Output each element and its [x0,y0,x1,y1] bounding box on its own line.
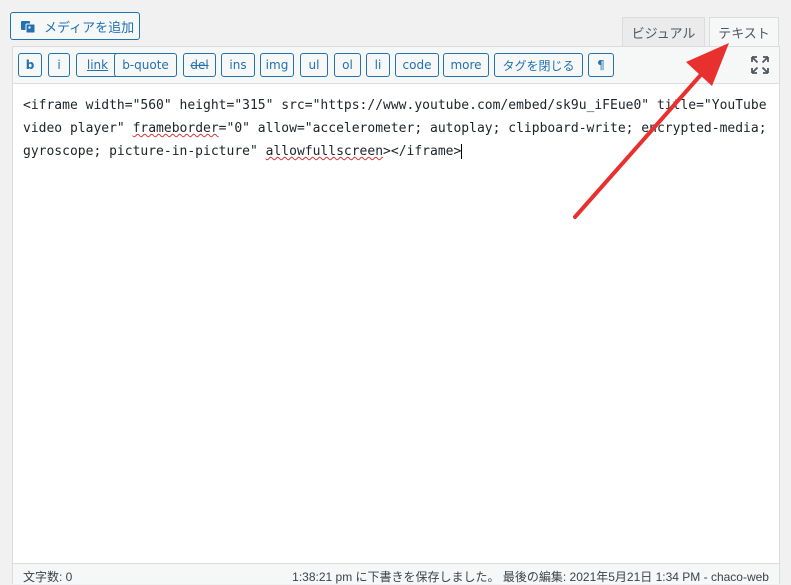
paragraph-button[interactable]: ¶ [588,53,614,77]
word-count: 文字数: 0 [23,570,73,584]
tab-text[interactable]: テキスト [709,17,779,47]
fullscreen-icon[interactable] [751,56,769,74]
italic-button[interactable]: i [48,53,70,77]
ol-button[interactable]: ol [334,53,361,77]
media-icon [21,21,36,34]
content-word-frameborder: frameborder [132,121,219,136]
bold-button[interactable]: b [18,53,42,77]
li-button[interactable]: li [366,53,390,77]
text-editor: b i link b-quote del ins img ul ol li co… [12,46,780,564]
add-media-label: メディアを追加 [44,20,135,36]
draft-saved-status: 1:38:21 pm に下書きを保存しました。 最後の編集: 2021年5月21… [292,570,769,584]
link-button[interactable]: link [76,53,119,77]
content-text-3: ></iframe> [383,144,462,159]
more-button[interactable]: more [443,53,489,77]
blockquote-button[interactable]: b-quote [114,53,177,77]
quicktags-toolbar: b i link b-quote del ins img ul ol li co… [13,47,779,84]
add-media-button[interactable]: メディアを追加 [10,12,140,40]
content-word-allowfullscreen: allowfullscreen [265,144,384,159]
tab-visual[interactable]: ビジュアル [622,17,705,46]
ul-button[interactable]: ul [300,53,328,77]
html-content-textarea[interactable]: <iframe width="560" height="315" src="ht… [23,94,767,163]
del-button[interactable]: del [183,53,216,77]
img-button[interactable]: img [260,53,294,77]
status-bar: 文字数: 0 1:38:21 pm に下書きを保存しました。 最後の編集: 20… [12,564,780,584]
ins-button[interactable]: ins [221,53,255,77]
text-caret [461,144,463,159]
close-tags-button[interactable]: タグを閉じる [494,53,583,77]
code-button[interactable]: code [395,53,439,77]
